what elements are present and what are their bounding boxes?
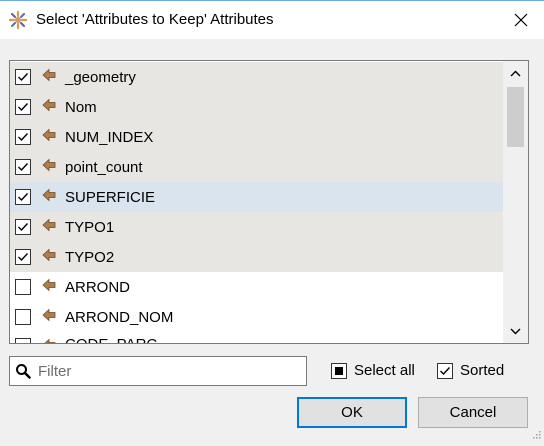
attribute-checkbox[interactable] xyxy=(15,219,31,235)
attribute-row[interactable]: SUPERFICIE xyxy=(10,182,503,212)
search-icon xyxy=(15,363,31,383)
check-icon xyxy=(18,193,29,202)
filter-input[interactable] xyxy=(38,360,300,382)
vertical-scrollbar[interactable] xyxy=(503,61,528,343)
attribute-checkbox[interactable] xyxy=(15,129,31,145)
attribute-arrow-icon xyxy=(42,218,56,236)
attribute-checkbox[interactable] xyxy=(15,309,31,325)
attribute-name: NUM_INDEX xyxy=(65,128,154,146)
fme-workbench-icon xyxy=(8,10,28,30)
sorted-checkbox[interactable]: Sorted xyxy=(437,362,504,379)
cancel-button[interactable]: Cancel xyxy=(418,397,528,428)
attribute-rows: _geometry Nom NUM_INDEX point_count SUPERFIC… xyxy=(10,62,503,343)
dialog-window: Select 'Attributes to Keep' Attributes _… xyxy=(0,0,544,446)
attribute-row[interactable]: Nom xyxy=(10,92,503,122)
attribute-arrow-icon xyxy=(42,338,56,343)
check-icon xyxy=(18,253,29,262)
attribute-arrow-icon xyxy=(42,278,56,296)
attribute-row[interactable]: TYPO1 xyxy=(10,212,503,242)
attribute-row[interactable]: ARROND_NOM xyxy=(10,302,503,332)
close-button[interactable] xyxy=(498,1,544,39)
attribute-name: ARROND_NOM xyxy=(65,308,174,326)
chevron-up-icon xyxy=(510,70,521,76)
attribute-row[interactable]: point_count xyxy=(10,152,503,182)
attribute-row[interactable]: TYPO2 xyxy=(10,242,503,272)
attribute-name: CODE_PARC xyxy=(65,336,157,343)
close-icon xyxy=(514,13,528,27)
attribute-arrow-icon xyxy=(42,188,56,206)
check-icon xyxy=(18,103,29,112)
attribute-checkbox[interactable] xyxy=(15,279,31,295)
check-icon xyxy=(18,163,29,172)
check-icon xyxy=(18,133,29,142)
attribute-checkbox[interactable] xyxy=(15,99,31,115)
filter-box xyxy=(9,356,307,386)
attribute-name: Nom xyxy=(65,98,97,116)
attribute-row[interactable]: _geometry xyxy=(10,62,503,92)
partial-state-indicator xyxy=(335,366,343,375)
attribute-arrow-icon xyxy=(42,158,56,176)
attribute-arrow-icon xyxy=(42,248,56,266)
ok-button[interactable]: OK xyxy=(297,397,407,428)
attribute-checkbox[interactable] xyxy=(15,69,31,85)
select-all-label: Select all xyxy=(354,362,415,379)
scroll-up-button[interactable] xyxy=(503,61,528,85)
attribute-name: point_count xyxy=(65,158,143,176)
resize-grip[interactable] xyxy=(531,426,541,443)
attribute-checkbox[interactable] xyxy=(15,249,31,265)
attribute-name: TYPO1 xyxy=(65,218,115,236)
attribute-list[interactable]: _geometry Nom NUM_INDEX point_count SUPERFIC… xyxy=(9,60,529,344)
attribute-name: ARROND xyxy=(65,278,131,296)
scroll-thumb[interactable] xyxy=(507,87,524,147)
attribute-arrow-icon xyxy=(42,68,56,86)
chevron-down-icon xyxy=(510,328,521,334)
attribute-checkbox[interactable] xyxy=(15,159,31,175)
select-all-checkbox[interactable]: Select all xyxy=(331,362,415,379)
attribute-row[interactable]: CODE_PARC xyxy=(10,332,503,343)
check-icon xyxy=(440,366,451,375)
attribute-name: TYPO2 xyxy=(65,248,115,266)
sorted-label: Sorted xyxy=(460,362,505,379)
window-title: Select 'Attributes to Keep' Attributes xyxy=(36,11,274,28)
title-bar[interactable]: Select 'Attributes to Keep' Attributes xyxy=(0,1,544,39)
attribute-row[interactable]: NUM_INDEX xyxy=(10,122,503,152)
attribute-name: SUPERFICIE xyxy=(65,188,156,206)
attribute-arrow-icon xyxy=(42,308,56,326)
attribute-row[interactable]: ARROND xyxy=(10,272,503,302)
attribute-checkbox[interactable] xyxy=(15,338,31,343)
attribute-arrow-icon xyxy=(42,128,56,146)
check-icon xyxy=(18,223,29,232)
attribute-checkbox[interactable] xyxy=(15,189,31,205)
select-all-box[interactable] xyxy=(331,362,347,379)
attribute-name: _geometry xyxy=(65,68,136,86)
check-icon xyxy=(18,73,29,82)
sorted-box[interactable] xyxy=(437,362,453,379)
scroll-down-button[interactable] xyxy=(503,319,528,343)
attribute-arrow-icon xyxy=(42,98,56,116)
